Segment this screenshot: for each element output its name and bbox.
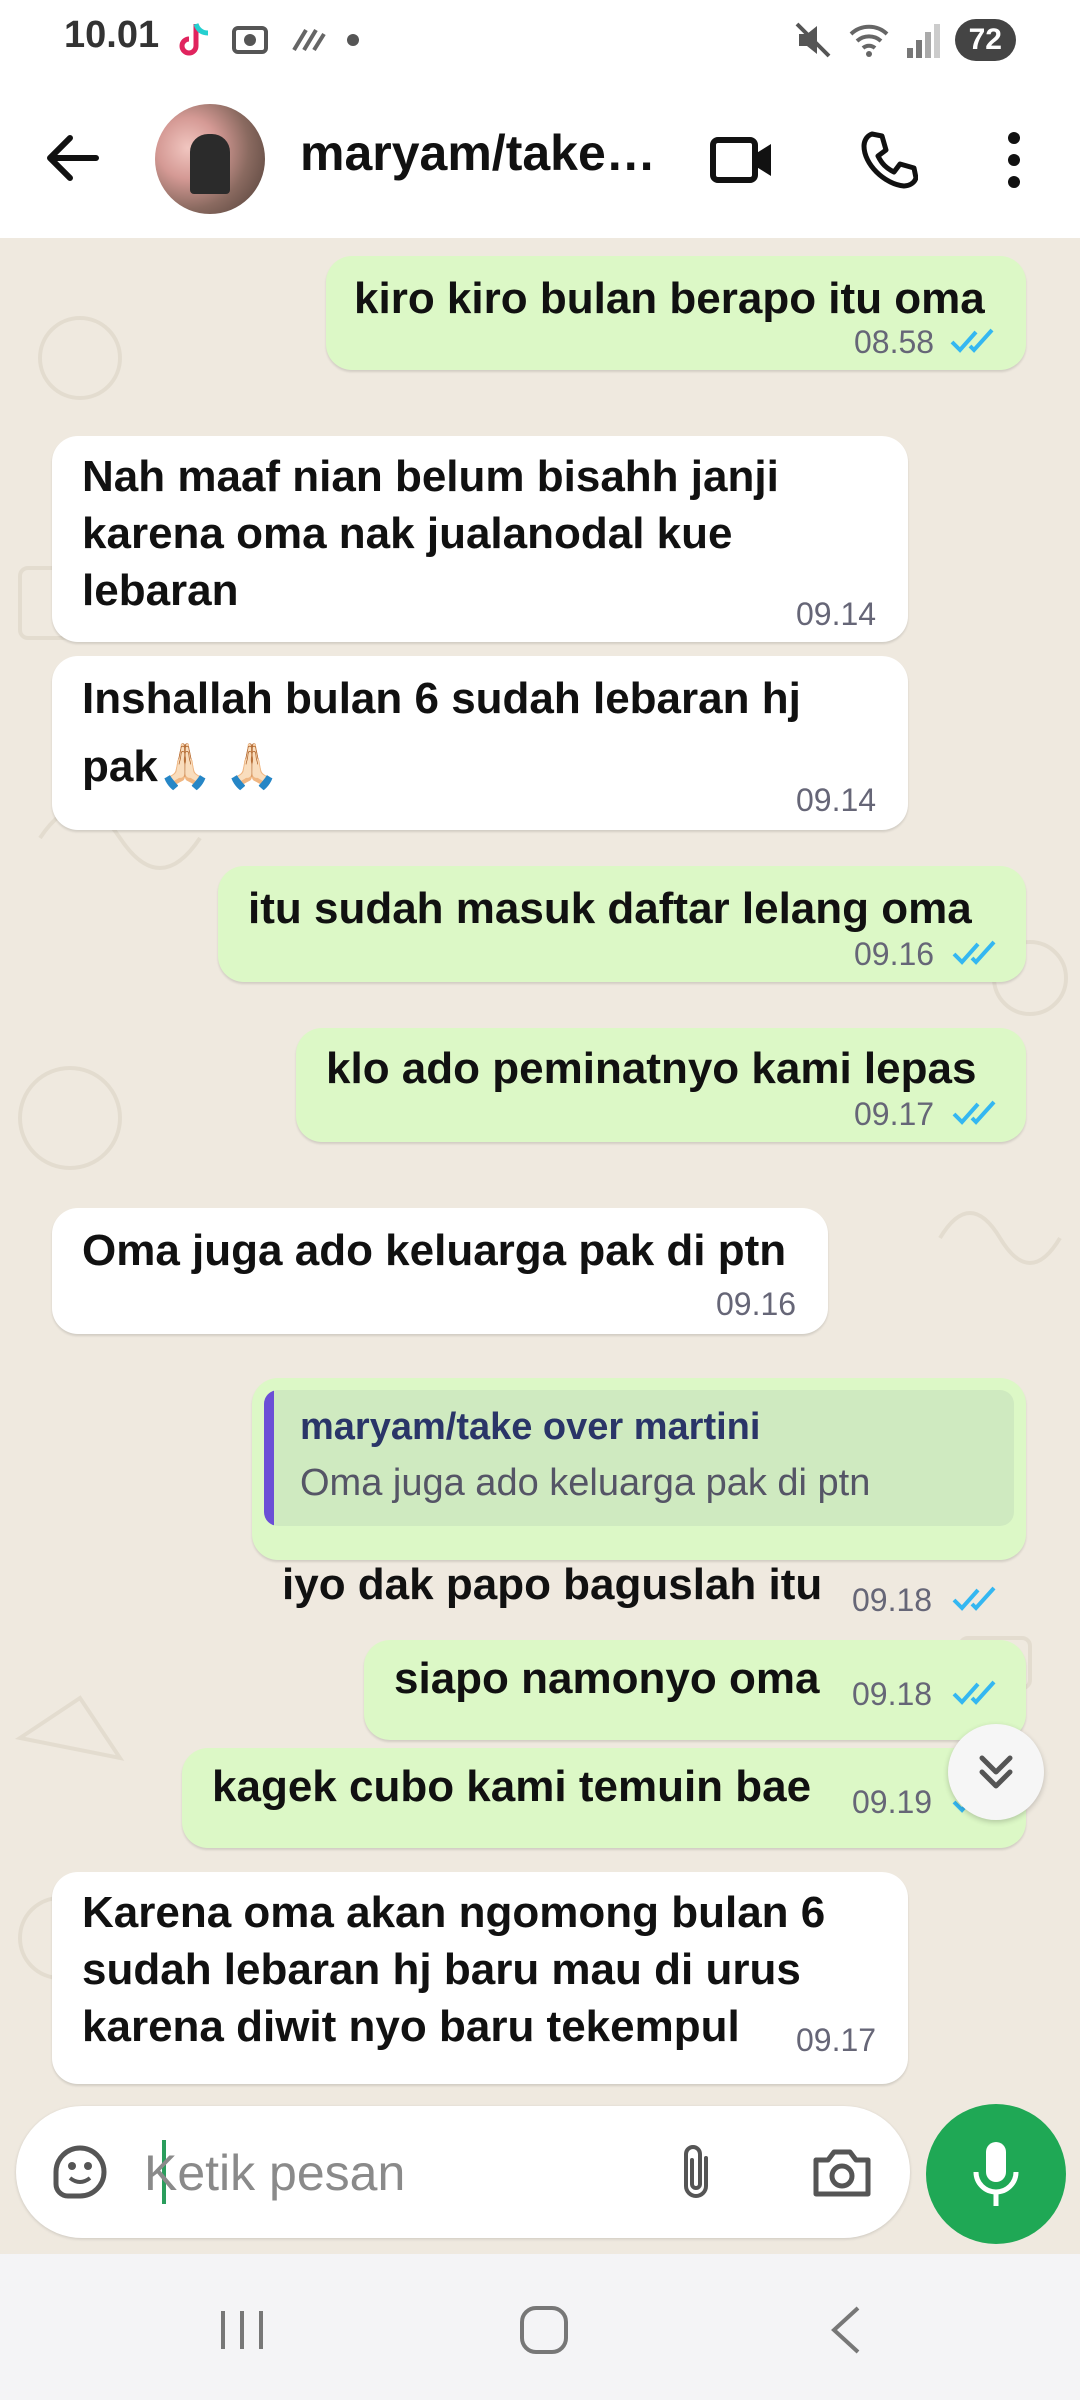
sticker-button[interactable] xyxy=(40,2132,120,2212)
message-bubble-outgoing[interactable]: kagek cubo kami temuin bae 09.19 xyxy=(182,1748,1026,1848)
message-input[interactable] xyxy=(142,2136,646,2210)
message-text: kiro kiro bulan berapo itu oma xyxy=(354,274,985,323)
quote-accent-bar xyxy=(264,1390,274,1526)
camera-icon xyxy=(813,2149,871,2197)
attach-button[interactable] xyxy=(656,2132,736,2212)
screenshot-icon xyxy=(232,26,268,54)
message-bubble-outgoing[interactable]: itu sudah masuk daftar lelang oma 09.16 xyxy=(218,866,1026,982)
quoted-sender: maryam/take over martini xyxy=(300,1406,761,1448)
battery-level: 72 xyxy=(954,19,1016,61)
read-ticks-icon xyxy=(952,940,996,965)
back-button[interactable] xyxy=(40,120,104,196)
message-bubble-incoming[interactable]: Nah maaf nian belum bisahh janji karena … xyxy=(52,436,908,642)
message-text: Karena oma akan ngomong bulan 6 xyxy=(82,1888,826,1937)
chat-area[interactable]: kiro kiro bulan berapo itu oma 08.58 Nah… xyxy=(0,238,1080,2100)
read-ticks-icon xyxy=(950,328,994,353)
sticker-icon xyxy=(53,2145,107,2199)
home-icon xyxy=(520,2306,568,2354)
camera-button[interactable] xyxy=(802,2132,882,2212)
message-time: 09.18 xyxy=(852,1676,933,1712)
message-text: itu sudah masuk daftar lelang oma xyxy=(248,884,972,933)
quoted-text: Oma juga ado keluarga pak di ptn xyxy=(300,1462,871,1504)
more-vertical-icon xyxy=(1008,132,1020,188)
message-time: 09.16 xyxy=(854,936,935,972)
message-time: 09.18 xyxy=(852,1582,933,1618)
quoted-message[interactable]: maryam/take over martini Oma juga ado ke… xyxy=(264,1390,1014,1526)
read-ticks-icon xyxy=(952,1586,996,1611)
mute-icon xyxy=(795,22,831,58)
message-bubble-incoming[interactable]: Karena oma akan ngomong bulan 6 sudah le… xyxy=(52,1872,908,2084)
voice-message-button[interactable] xyxy=(926,2104,1066,2244)
message-bubble-outgoing[interactable]: kiro kiro bulan berapo itu oma 08.58 xyxy=(326,256,1026,370)
message-time: 09.17 xyxy=(854,1096,935,1132)
paperclip-icon xyxy=(684,2145,708,2198)
read-ticks-icon xyxy=(952,1100,996,1125)
message-text: karena diwit nyo baru tekempul xyxy=(82,2002,740,2051)
message-text: pak🙏🏻 🙏🏻 xyxy=(82,742,280,791)
message-time: 09.17 xyxy=(796,2022,877,2058)
video-camera-icon xyxy=(710,137,771,183)
message-text: kagek cubo kami temuin bae xyxy=(212,1762,812,1811)
system-navigation-bar xyxy=(0,2254,1080,2400)
status-notification-icons xyxy=(176,18,360,62)
video-call-button[interactable] xyxy=(700,118,784,202)
double-chevron-down-icon xyxy=(979,1755,1013,1789)
message-bubble-outgoing-reply[interactable]: maryam/take over martini Oma juga ado ke… xyxy=(252,1378,1026,1560)
chat-header: maryam/take over martini xyxy=(0,80,1080,238)
back-nav-button[interactable] xyxy=(796,2290,896,2370)
message-time: 09.14 xyxy=(796,782,877,818)
dot-icon xyxy=(347,34,359,46)
data-saver-icon xyxy=(292,28,326,52)
message-time: 08.58 xyxy=(854,324,935,360)
chevron-left-icon xyxy=(831,2306,860,2354)
voice-call-button[interactable] xyxy=(846,118,930,202)
contact-avatar[interactable] xyxy=(155,104,265,214)
message-bubble-incoming[interactable]: Inshallah bulan 6 sudah lebaran hj pak🙏🏻… xyxy=(52,656,908,830)
message-composer xyxy=(16,2106,910,2238)
phone-icon xyxy=(861,131,918,189)
tiktok-icon xyxy=(179,23,209,56)
message-text: klo ado peminatnyo kami lepas xyxy=(326,1044,977,1093)
microphone-icon xyxy=(973,2142,1019,2206)
message-text: iyo dak papo baguslah itu xyxy=(282,1560,823,1609)
message-bubble-incoming[interactable]: Oma juga ado keluarga pak di ptn 09.16 xyxy=(52,1208,828,1334)
message-time: 09.14 xyxy=(796,596,877,632)
signal-icon xyxy=(906,24,940,58)
recent-apps-icon xyxy=(221,2311,263,2349)
recent-apps-button[interactable] xyxy=(192,2290,292,2370)
contact-name[interactable]: maryam/take over martini xyxy=(300,124,660,182)
message-bubble-outgoing[interactable]: klo ado peminatnyo kami lepas 09.17 xyxy=(296,1028,1026,1142)
message-time: 09.19 xyxy=(852,1784,933,1820)
status-system-icons: 72 xyxy=(793,14,1016,66)
arrow-left-icon xyxy=(47,135,99,181)
message-text: lebaran xyxy=(82,566,239,615)
message-time: 09.16 xyxy=(716,1286,797,1322)
more-options-button[interactable] xyxy=(972,118,1056,202)
message-text: sudah lebaran hj baru mau di urus xyxy=(82,1945,801,1994)
message-text: Oma juga ado keluarga pak di ptn xyxy=(82,1226,787,1275)
read-ticks-icon xyxy=(952,1680,996,1705)
status-time: 10.01 xyxy=(64,14,160,56)
scroll-to-bottom-button[interactable] xyxy=(948,1724,1044,1820)
message-bubble-outgoing[interactable]: siapo namonyo oma 09.18 xyxy=(364,1640,1026,1740)
wifi-icon xyxy=(849,24,889,57)
message-text: siapo namonyo oma xyxy=(394,1654,820,1703)
message-text: Inshallah bulan 6 sudah lebaran hj xyxy=(82,674,801,723)
home-button[interactable] xyxy=(494,2290,594,2370)
status-bar: 10.01 72 xyxy=(0,0,1080,80)
message-text: Nah maaf nian belum bisahh janji xyxy=(82,452,779,501)
message-text: karena oma nak jualanodal kue xyxy=(82,509,733,558)
